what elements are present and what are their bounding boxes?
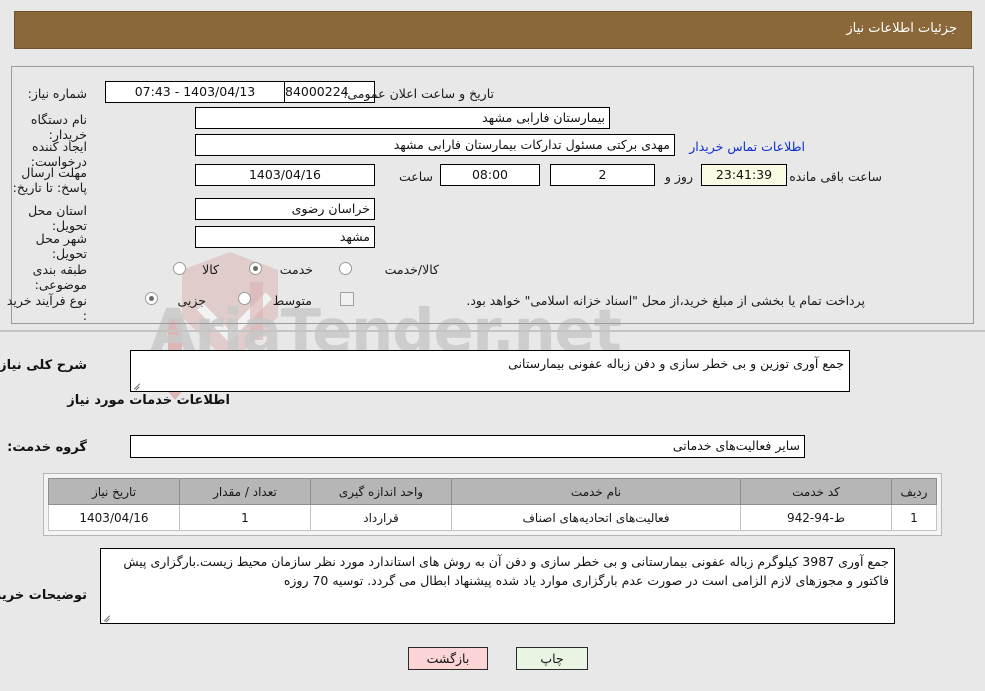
radio-category-khedmat[interactable] <box>249 262 262 275</box>
col-need-date: تاریخ نیاز <box>48 478 180 505</box>
city-value: مشهد <box>195 226 375 248</box>
cell-row-no: 1 <box>891 504 937 531</box>
category-label: طبقه بندی موضوعی: <box>32 262 87 292</box>
buyer-org-value: بیمارستان فارابی مشهد <box>195 107 610 129</box>
province-label: استان محل تحویل: <box>28 203 87 233</box>
hour-value: 08:00 <box>440 164 540 186</box>
cell-need-date: 1403/04/16 <box>48 504 180 531</box>
creator-value: مهدی برکتی مسئول تدارکات بیمارستان فاراب… <box>195 134 675 156</box>
print-button[interactable]: چاپ <box>516 647 588 670</box>
deadline-label: مهلت ارسال پاسخ: تا تاریخ: <box>12 165 87 195</box>
hour-label: ساعت <box>398 169 433 184</box>
radio-category-kala-khedmat-label: کالا/خدمت <box>384 262 439 277</box>
cell-unit: قرارداد <box>310 504 452 531</box>
section-divider <box>0 330 985 332</box>
col-service-name: نام خدمت <box>451 478 741 505</box>
radio-process-jozi[interactable] <box>145 292 158 305</box>
buyer-notes-textarea[interactable]: جمع آوری 3987 کیلوگرم زباله عفونی بیمارس… <box>100 548 895 624</box>
radio-category-kala-label: کالا <box>202 262 219 277</box>
buyer-org-label: نام دستگاه خریدار: <box>30 112 87 142</box>
summary-textarea[interactable]: جمع آوری توزین و بی خطر سازی و دفن زباله… <box>130 350 850 392</box>
announce-datetime-label: تاریخ و ساعت اعلان عمومی: <box>343 86 494 101</box>
radio-process-jozi-label: جزیی <box>177 293 206 308</box>
page-title-bar: جزئیات اطلاعات نیاز <box>14 11 972 49</box>
services-table-wrapper: ردیف کد خدمت نام خدمت واحد اندازه گیری ت… <box>43 473 942 536</box>
buyer-contact-link[interactable]: اطلاعات تماس خریدار <box>689 139 805 154</box>
summary-label: شرح کلی نیاز: <box>0 358 87 373</box>
service-group-label: گروه خدمت: <box>7 440 87 455</box>
treasury-bonds-checkbox[interactable] <box>340 292 354 306</box>
radio-process-motavaset[interactable] <box>238 292 251 305</box>
back-button[interactable]: بازگشت <box>408 647 488 670</box>
buyer-notes-label: توضیحات خریدار: <box>0 588 87 603</box>
days-value: 2 <box>550 164 655 186</box>
table-row[interactable]: 1 ط-94-942 فعالیت‌های اتحادیه‌های اصناف … <box>48 504 937 531</box>
radio-process-motavaset-label: متوسط <box>272 293 312 308</box>
remaining-time-value: 23:41:39 <box>701 164 787 186</box>
col-quantity: تعداد / مقدار <box>179 478 311 505</box>
table-header-row: ردیف کد خدمت نام خدمت واحد اندازه گیری ت… <box>48 478 937 505</box>
page-root: AriaTender.net جزئیات اطلاعات نیاز شماره… <box>0 0 985 691</box>
cell-service-code: ط-94-942 <box>740 504 892 531</box>
col-unit: واحد اندازه گیری <box>310 478 452 505</box>
cell-quantity: 1 <box>179 504 311 531</box>
days-label: روز و <box>664 169 693 184</box>
city-label: شهر محل تحویل: <box>35 231 87 261</box>
treasury-note-text: پرداخت تمام یا بخشی از مبلغ خرید،از محل … <box>466 293 865 308</box>
radio-category-khedmat-label: خدمت <box>279 262 313 277</box>
announce-datetime-value: 1403/04/13 - 07:43 <box>105 81 285 103</box>
col-service-code: کد خدمت <box>740 478 892 505</box>
province-value: خراسان رضوی <box>195 198 375 220</box>
deadline-date-value: 1403/04/16 <box>195 164 375 186</box>
page-title: جزئیات اطلاعات نیاز <box>846 21 957 36</box>
need-number-label: شماره نیاز: <box>27 86 87 101</box>
process-label: نوع فرآیند خرید : <box>6 293 87 323</box>
cell-service-name: فعالیت‌های اتحادیه‌های اصناف <box>451 504 741 531</box>
remaining-time-label: ساعت باقی مانده <box>789 169 882 184</box>
service-group-value: سایر فعالیت‌های خدماتی <box>130 435 805 458</box>
radio-category-kala-khedmat[interactable] <box>339 262 352 275</box>
services-table: ردیف کد خدمت نام خدمت واحد اندازه گیری ت… <box>48 478 937 531</box>
services-section-heading: اطلاعات خدمات مورد نیاز <box>67 393 230 408</box>
radio-category-kala[interactable] <box>173 262 186 275</box>
col-row-no: ردیف <box>891 478 937 505</box>
need-info-panel <box>11 66 974 324</box>
